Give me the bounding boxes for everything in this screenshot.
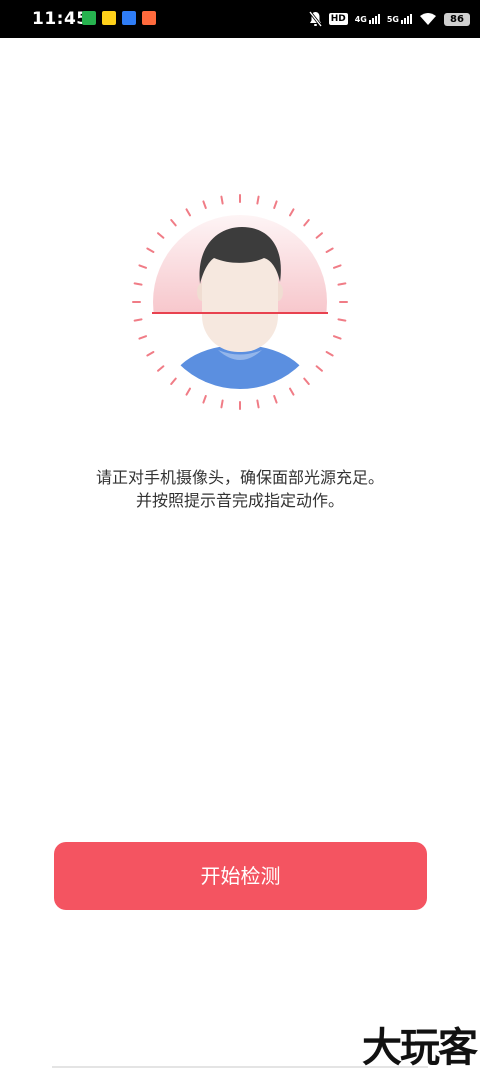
status-time: 11:45 xyxy=(32,9,89,29)
meituan-notification-icon xyxy=(102,11,116,25)
signal-5g: 5G xyxy=(387,14,412,24)
scan-tick xyxy=(220,399,224,409)
hd-icon: HD xyxy=(328,13,348,25)
mute-icon xyxy=(308,11,322,27)
wifi-icon xyxy=(420,13,436,25)
watermark-logo: 大玩客 xyxy=(362,1025,478,1071)
scan-tick xyxy=(332,264,342,269)
scan-tick xyxy=(202,394,207,404)
scan-tick xyxy=(133,282,143,286)
scan-tick xyxy=(337,318,347,322)
scan-tick xyxy=(289,208,295,217)
scan-tick xyxy=(146,247,155,253)
face-scan-illustration xyxy=(132,194,348,410)
battery-icon: 86 xyxy=(444,12,470,26)
scan-tick xyxy=(157,365,165,372)
scan-tick xyxy=(273,200,278,210)
scan-tick xyxy=(337,282,347,286)
scan-tick xyxy=(170,219,177,227)
status-bar: 11:45 HD 4G 5G 86 xyxy=(0,0,480,38)
app-notification-icon xyxy=(122,11,136,25)
scan-tick xyxy=(133,318,143,322)
scan-tick xyxy=(138,264,148,269)
scan-tick xyxy=(157,232,165,239)
scan-tick xyxy=(220,195,224,205)
notification-icons xyxy=(82,11,156,25)
signal-4g: 4G xyxy=(355,14,380,24)
scan-tick xyxy=(303,219,310,227)
scan-tick xyxy=(289,387,295,396)
scan-tick xyxy=(325,351,334,357)
scan-tick xyxy=(256,399,260,409)
app-notification-icon xyxy=(82,11,96,25)
scan-tick xyxy=(325,247,334,253)
scan-tick xyxy=(185,387,191,396)
scan-tick xyxy=(332,335,342,340)
scan-tick xyxy=(146,351,155,357)
bottom-divider xyxy=(52,1066,428,1068)
scan-tick xyxy=(273,394,278,404)
status-indicators: HD 4G 5G 86 xyxy=(308,9,470,29)
start-detection-button[interactable]: 开始检测 xyxy=(54,842,427,910)
app-notification-icon xyxy=(142,11,156,25)
instruction-line-1: 请正对手机摄像头，确保面部光源充足。 xyxy=(95,468,384,487)
scan-tick xyxy=(138,335,148,340)
scan-tick xyxy=(202,200,207,210)
scan-tick xyxy=(185,208,191,217)
scan-tick xyxy=(256,195,260,205)
scan-tick xyxy=(170,377,177,385)
scan-tick xyxy=(315,232,323,239)
instructions-text: 请正对手机摄像头，确保面部光源充足。 并按照提示音完成指定动作。 xyxy=(0,466,480,512)
scan-tick xyxy=(315,365,323,372)
scan-tick xyxy=(303,377,310,385)
instruction-line-2: 并按照提示音完成指定动作。 xyxy=(135,491,344,510)
